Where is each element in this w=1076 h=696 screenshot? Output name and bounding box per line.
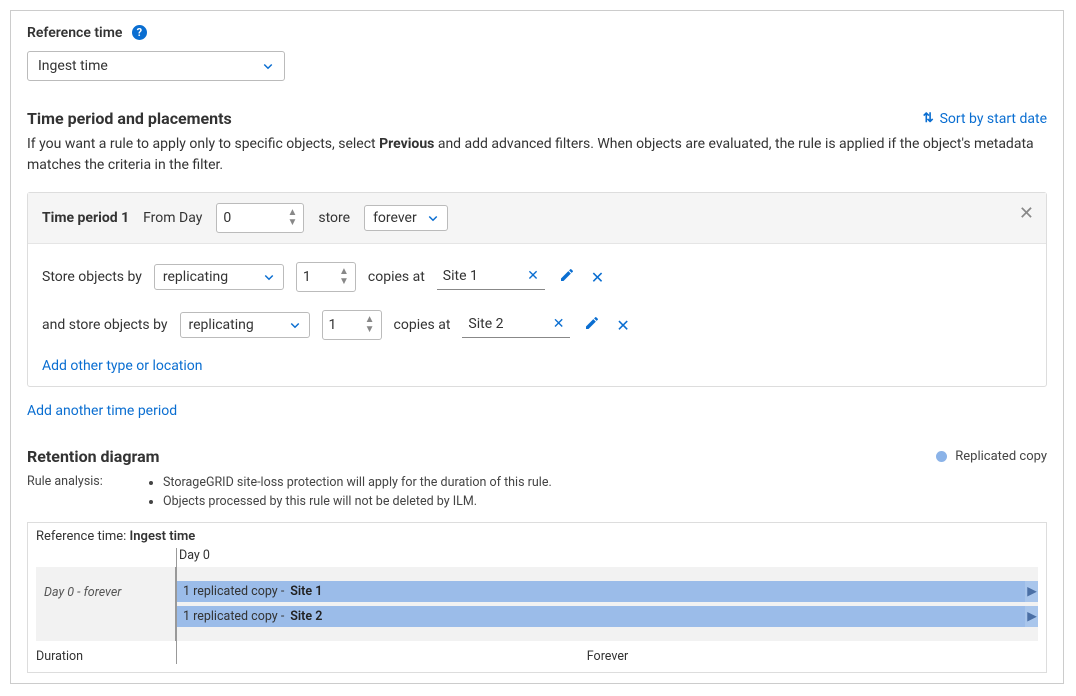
retention-diagram: Reference time: Ingest time Day 0 Day 0 … — [27, 522, 1047, 673]
continue-arrow-icon: ▶ — [1025, 606, 1039, 627]
site-select[interactable]: Site 1 ✕ — [437, 264, 545, 290]
period-title: Time period 1 — [42, 210, 129, 226]
copies-suffix: copies at — [394, 317, 451, 333]
store-label: store — [318, 210, 350, 226]
method-select[interactable]: replicating — [154, 264, 284, 290]
duration-value: Forever — [176, 641, 1038, 664]
add-other-type-link[interactable]: Add other type or location — [42, 358, 203, 374]
add-another-time-period[interactable]: Add another time period — [27, 403, 177, 419]
remove-period-button[interactable]: ✕ — [1019, 203, 1034, 224]
continue-arrow-icon: ▶ — [1025, 581, 1039, 602]
method-select[interactable]: replicating — [180, 312, 310, 338]
remove-placement-button[interactable]: ✕ — [614, 314, 631, 337]
retention-heading: Retention diagram — [27, 447, 160, 466]
rule-analysis-list: StorageGRID site-loss protection will ap… — [147, 474, 552, 512]
copies-input[interactable]: 1 ▲▼ — [296, 262, 356, 292]
stepper-icon: ▲▼ — [339, 267, 349, 287]
diagram-row-label: Day 0 - forever — [36, 567, 176, 641]
chevron-down-icon — [262, 60, 274, 72]
duration-label: Duration — [36, 641, 176, 664]
sort-icon: ⇅ — [923, 112, 934, 125]
pencil-icon — [559, 267, 575, 283]
time-placements-description: If you want a rule to apply only to spec… — [27, 134, 1047, 176]
chevron-down-icon — [263, 271, 275, 283]
remove-placement-button[interactable]: ✕ — [589, 266, 606, 289]
sort-label: Sort by start date — [940, 111, 1047, 127]
reference-time-value: Ingest time — [38, 58, 108, 74]
placement-prefix: Store objects by — [42, 269, 142, 285]
stepper-icon: ▲▼ — [365, 315, 375, 335]
rule-analysis-label: Rule analysis: — [27, 474, 107, 489]
legend-replicated-copy: Replicated copy — [936, 449, 1047, 464]
site-select[interactable]: Site 2 ✕ — [462, 312, 570, 338]
legend-dot-icon — [936, 451, 947, 462]
placement-row-1: Store objects by replicating 1 ▲▼ copies… — [42, 262, 1032, 292]
pencil-icon — [584, 315, 600, 331]
sort-by-start-date[interactable]: ⇅ Sort by start date — [923, 111, 1047, 127]
clear-site-icon[interactable]: ✕ — [527, 268, 539, 284]
diagram-bar-site2: 1 replicated copy - Site 2 ▶ — [177, 606, 1038, 627]
diag-ref-time-value: Ingest time — [130, 529, 196, 544]
time-period-1: Time period 1 From Day 0 ▲▼ store foreve… — [27, 192, 1047, 387]
time-placements-heading: Time period and placements — [27, 109, 232, 128]
analysis-item: Objects processed by this rule will not … — [163, 493, 552, 512]
edit-placement-button[interactable] — [557, 265, 577, 289]
day0-label: Day 0 — [176, 548, 1038, 567]
store-duration-select[interactable]: forever — [364, 205, 448, 231]
analysis-item: StorageGRID site-loss protection will ap… — [163, 474, 552, 493]
copies-suffix: copies at — [368, 269, 425, 285]
placement-row-2: and store objects by replicating 1 ▲▼ co… — [42, 310, 1032, 340]
reference-time-select[interactable]: Ingest time — [27, 51, 285, 81]
diagram-bar-site1: 1 replicated copy - Site 1 ▶ — [177, 581, 1038, 602]
from-day-input[interactable]: 0 ▲▼ — [216, 203, 304, 233]
chevron-down-icon — [427, 212, 439, 224]
diag-ref-time-label: Reference time: — [36, 529, 126, 544]
copies-input[interactable]: 1 ▲▼ — [322, 310, 382, 340]
help-icon[interactable]: ? — [132, 25, 147, 40]
reference-time-label: Reference time — [27, 25, 122, 41]
placement-prefix: and store objects by — [42, 317, 168, 333]
clear-site-icon[interactable]: ✕ — [553, 316, 565, 332]
chevron-down-icon — [289, 319, 301, 331]
from-day-label: From Day — [143, 210, 202, 226]
stepper-icon: ▲▼ — [287, 208, 297, 228]
edit-placement-button[interactable] — [582, 313, 602, 337]
